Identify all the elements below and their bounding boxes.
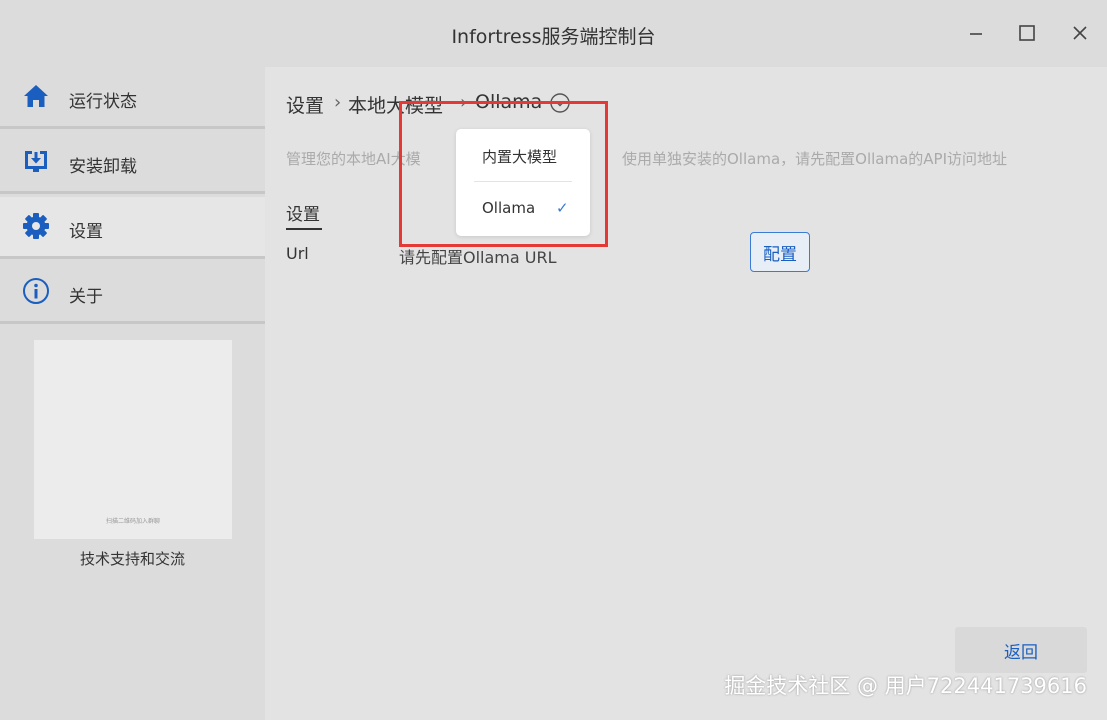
download-install-icon xyxy=(25,151,47,172)
gear-icon xyxy=(23,213,49,239)
tab-underline xyxy=(286,228,322,230)
url-value: 请先配置Ollama URL xyxy=(399,248,557,267)
minimize-icon xyxy=(970,33,982,35)
info-icon xyxy=(23,278,49,304)
sidebar-item-label: 关于 xyxy=(69,287,103,307)
window-title: Infortress服务端控制台 xyxy=(451,26,656,48)
configure-button[interactable]: 配置 xyxy=(750,232,810,272)
red-highlight-box xyxy=(399,101,608,247)
url-label: Url xyxy=(286,244,309,263)
home-icon xyxy=(24,85,48,107)
maximize-icon xyxy=(1019,25,1035,41)
main-panel: 设置 › 本地大模型 › Ollama 管理您的本地AI大模 使用单独安装的Ol… xyxy=(265,67,1107,720)
breadcrumb-settings[interactable]: 设置 xyxy=(286,91,324,118)
qr-code-image: 扫描二维码加入群聊 xyxy=(34,340,232,539)
sidebar-item-status[interactable]: 运行状态 xyxy=(0,67,265,129)
support-label: 技术支持和交流 xyxy=(79,550,185,568)
description-text: 使用单独安装的Ollama，请先配置Ollama的API访问地址 xyxy=(622,150,1008,168)
sidebar-item-install[interactable]: 安装卸载 xyxy=(0,132,265,194)
back-button[interactable]: 返回 xyxy=(955,627,1087,673)
sidebar: 运行状态 安装卸载 设置 关于 扫描二维码加入群聊 技术支持和交流 xyxy=(0,67,265,720)
sidebar-item-label: 安装卸载 xyxy=(69,157,137,177)
sidebar-item-about[interactable]: 关于 xyxy=(0,262,265,324)
tab-settings[interactable]: 设置 xyxy=(286,200,320,225)
minimize-button[interactable] xyxy=(961,18,991,48)
title-bar: Infortress服务端控制台 xyxy=(0,0,1107,67)
qr-caption: 扫描二维码加入群聊 xyxy=(105,518,160,525)
breadcrumb-separator: › xyxy=(334,92,342,113)
maximize-button[interactable] xyxy=(1012,18,1042,48)
close-icon xyxy=(1073,26,1087,40)
sidebar-item-label: 设置 xyxy=(69,222,103,242)
close-button[interactable] xyxy=(1065,18,1095,48)
sidebar-item-settings[interactable]: 设置 xyxy=(0,197,265,259)
sidebar-item-label: 运行状态 xyxy=(69,92,137,112)
watermark-text: 掘金技术社区 @ 用户722441739616 xyxy=(724,674,1087,698)
